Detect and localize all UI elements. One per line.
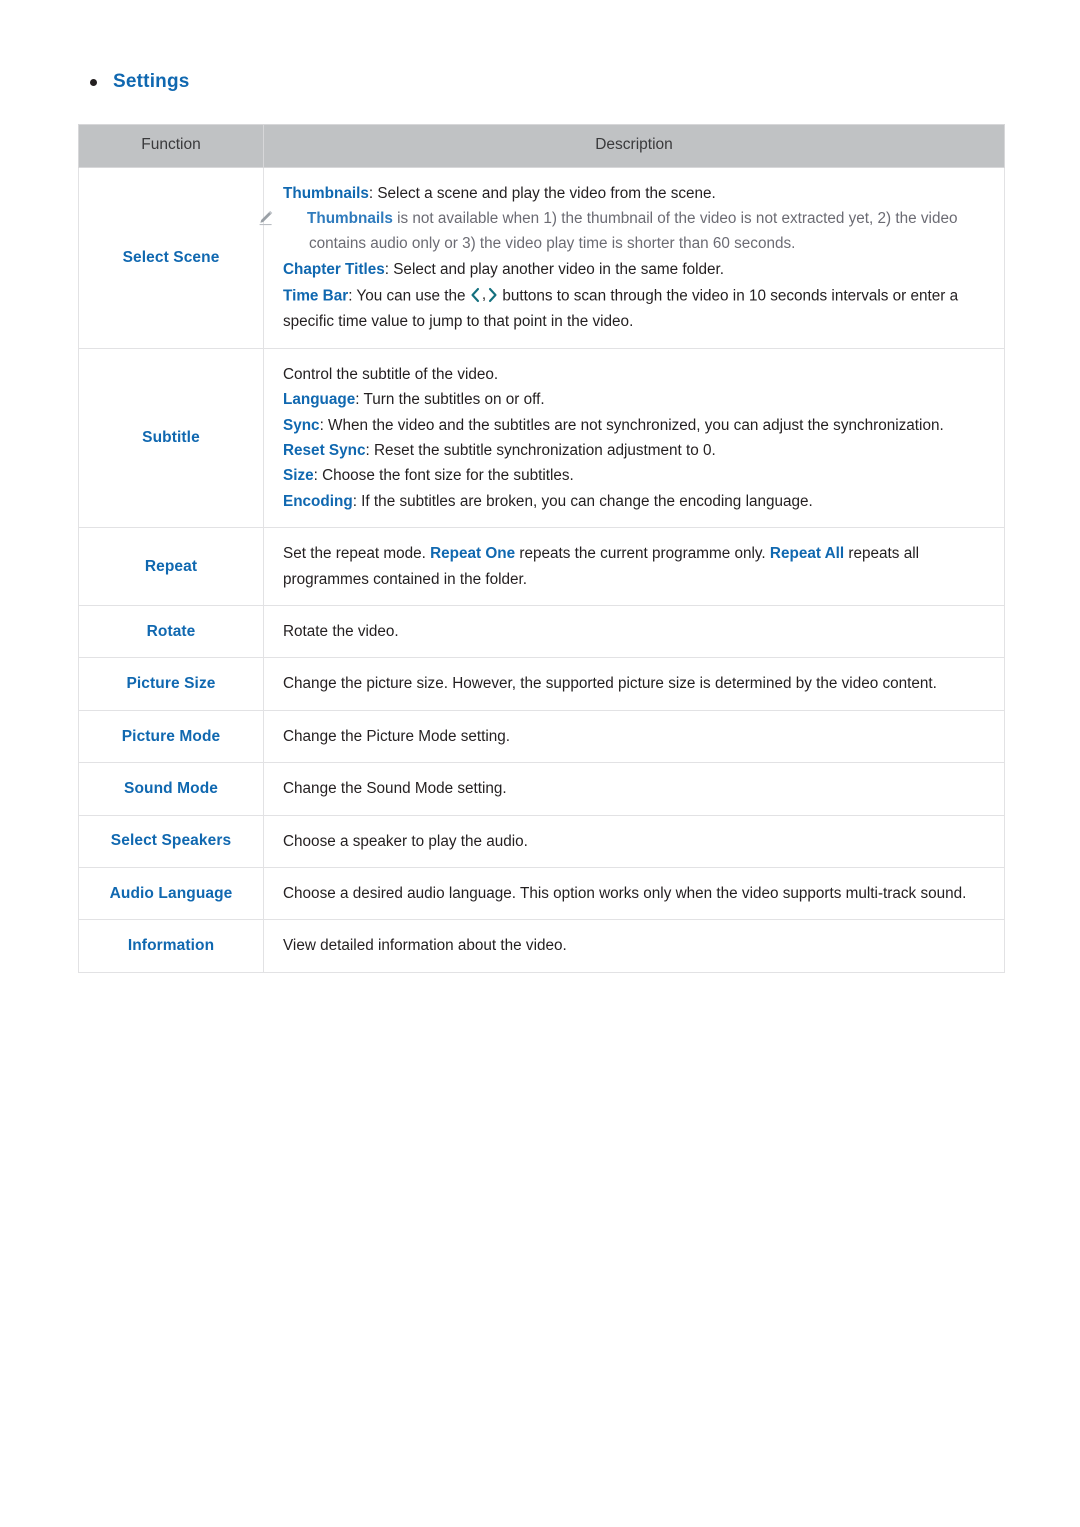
description-cell-picture-mode: Change the Picture Mode setting. <box>263 709 1005 764</box>
function-cell-subtitle: Subtitle <box>78 347 264 529</box>
function-cell-repeat: Repeat <box>78 527 264 606</box>
column-header-description: Description <box>263 124 1005 168</box>
function-cell-sound-mode: Sound Mode <box>78 762 264 816</box>
bullet-dot-icon <box>90 79 97 86</box>
desc-line: Change the picture size. However, the su… <box>283 675 937 693</box>
description-cell-rotate: Rotate the video. <box>263 604 1005 659</box>
chevron-left-icon <box>470 287 480 303</box>
keyword-thumbnails: Thumbnails <box>283 184 369 202</box>
desc-line: Rotate the video. <box>283 622 399 640</box>
settings-table-wrapper: Function Description Select Scene Thumbna… <box>78 124 1005 973</box>
desc-line: Change the Picture Mode setting. <box>283 727 511 745</box>
desc-line: Set the repeat mode. Repeat One repeats … <box>283 545 919 588</box>
description-cell-repeat: Set the repeat mode. Repeat One repeats … <box>263 527 1005 606</box>
function-cell-information: Information <box>78 919 264 973</box>
page-title: Settings <box>113 71 190 92</box>
keyword-sync: Sync <box>283 416 320 434</box>
table-row: Information View detailed information abo… <box>78 919 1005 973</box>
function-cell-rotate: Rotate <box>78 604 264 659</box>
function-cell-picture-mode: Picture Mode <box>78 709 264 764</box>
function-cell-select-scene: Select Scene <box>78 166 264 349</box>
desc-line: Time Bar: You can use the , buttons to s… <box>283 282 986 335</box>
desc-line: Choose a desired audio language. This op… <box>283 885 967 903</box>
table-body: Select Scene Thumbnails: Select a scene a… <box>78 166 1005 973</box>
table-row: Select Speakers Choose a speaker to play … <box>78 814 1005 869</box>
desc-line: View detailed information about the vide… <box>283 937 567 955</box>
description-cell-select-speakers: Choose a speaker to play the audio. <box>263 814 1005 869</box>
keyword-thumbnails: Thumbnails <box>307 210 393 227</box>
desc-line: Reset Sync: Reset the subtitle synchroni… <box>283 441 716 459</box>
desc-line: Language: Turn the subtitles on or off. <box>283 391 545 409</box>
table-row: Picture Size Change the picture size. How… <box>78 657 1005 711</box>
document-page: Settings Function Description Select Sce… <box>0 0 1080 1527</box>
time-bar-arrow-buttons: , <box>470 282 498 307</box>
section-heading: Settings <box>90 72 190 91</box>
keyword-language: Language <box>283 391 356 409</box>
table-row: Picture Mode Change the Picture Mode sett… <box>78 709 1005 764</box>
column-header-function: Function <box>78 124 264 168</box>
desc-line: Size: Choose the font size for the subti… <box>283 467 574 485</box>
desc-line: Encoding: If the subtitles are broken, y… <box>283 492 813 510</box>
description-cell-information: View detailed information about the vide… <box>263 919 1005 973</box>
function-cell-audio-language: Audio Language <box>78 867 264 921</box>
desc-line: Control the subtitle of the video. <box>283 365 499 383</box>
arrow-separator: , <box>481 286 487 304</box>
description-cell-picture-size: Change the picture size. However, the su… <box>263 657 1005 711</box>
table-row: Sound Mode Change the Sound Mode setting. <box>78 762 1005 816</box>
keyword-repeat-all: Repeat All <box>769 545 845 563</box>
description-cell-sound-mode: Change the Sound Mode setting. <box>263 762 1005 816</box>
note-line: Thumbnails is not available when 1) the … <box>259 206 986 257</box>
desc-line: Change the Sound Mode setting. <box>283 780 507 798</box>
desc-line: Choose a speaker to play the audio. <box>283 832 528 850</box>
keyword-encoding: Encoding <box>283 492 353 510</box>
table-row: Select Scene Thumbnails: Select a scene a… <box>78 166 1005 349</box>
chevron-right-icon <box>488 287 498 303</box>
function-cell-picture-size: Picture Size <box>78 657 264 711</box>
description-cell-audio-language: Choose a desired audio language. This op… <box>263 867 1005 921</box>
function-cell-select-speakers: Select Speakers <box>78 814 264 869</box>
desc-line: Thumbnails: Select a scene and play the … <box>283 184 716 202</box>
table-row: Audio Language Choose a desired audio lan… <box>78 867 1005 921</box>
desc-line: Sync: When the video and the subtitles a… <box>283 416 944 434</box>
table-row: Rotate Rotate the video. <box>78 604 1005 659</box>
keyword-size: Size <box>283 467 314 485</box>
keyword-time-bar: Time Bar <box>283 287 349 305</box>
keyword-chapter-titles: Chapter Titles <box>283 260 385 278</box>
table-row: Subtitle Control the subtitle of the vide… <box>78 347 1005 529</box>
table-row: Repeat Set the repeat mode. Repeat One re… <box>78 527 1005 606</box>
settings-table: Function Description Select Scene Thumbna… <box>78 124 1005 973</box>
description-cell-select-scene: Thumbnails: Select a scene and play the … <box>259 166 1005 349</box>
keyword-reset-sync: Reset Sync <box>283 441 366 459</box>
description-cell-subtitle: Control the subtitle of the video. Langua… <box>263 347 1005 529</box>
table-header-row: Function Description <box>78 124 1005 168</box>
desc-line: Chapter Titles: Select and play another … <box>283 260 725 278</box>
keyword-repeat-one: Repeat One <box>430 545 516 563</box>
pencil-icon <box>259 209 300 226</box>
